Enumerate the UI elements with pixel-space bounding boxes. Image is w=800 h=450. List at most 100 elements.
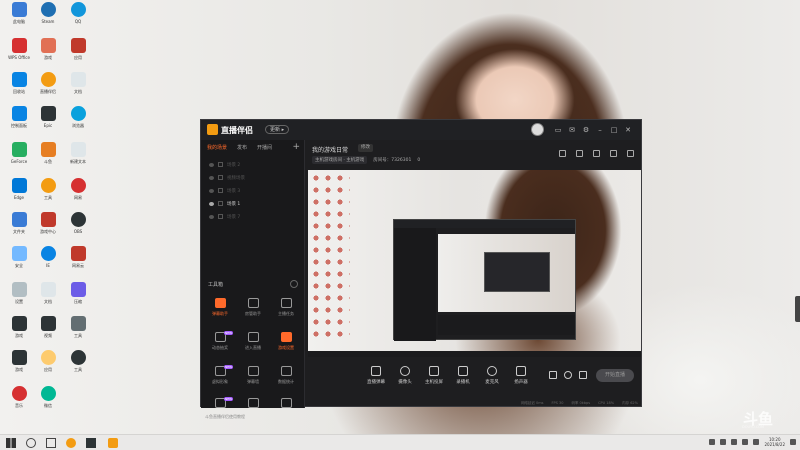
screen-icon[interactable]: ▭ — [554, 126, 562, 134]
start-live-button[interactable]: 开始直播 — [596, 369, 634, 382]
tray-icon[interactable] — [731, 439, 738, 445]
search-icon[interactable] — [26, 438, 36, 448]
tray-icon[interactable] — [709, 439, 716, 445]
tool-more[interactable] — [271, 398, 301, 426]
desktop-icon[interactable]: WPS Office — [4, 38, 34, 70]
microphone-control[interactable]: 麦克风 — [477, 366, 507, 385]
desktop-icon[interactable]: 网易云 — [63, 246, 93, 278]
desktop-icon[interactable]: GeForce — [4, 142, 34, 174]
desktop-icon[interactable]: 网易 — [63, 178, 93, 210]
recorder-control[interactable]: 录播机 — [448, 366, 478, 385]
desktop-icon[interactable]: Epic — [33, 106, 63, 138]
edit-title-button[interactable]: 修改 — [358, 144, 373, 152]
desktop-icon[interactable]: 回收站 — [4, 72, 34, 104]
taskbar-livestream-icon[interactable] — [108, 438, 118, 448]
stream-preview[interactable] — [308, 170, 641, 357]
network-icon[interactable] — [753, 439, 760, 445]
desktop-icon[interactable]: 文档 — [63, 72, 93, 104]
tool-danmu[interactable]: 弹幕助手 — [205, 298, 235, 326]
eye-icon[interactable] — [209, 175, 214, 180]
tool-more[interactable] — [238, 398, 268, 426]
desktop-icon[interactable]: 微信 — [33, 386, 63, 418]
notification-icon[interactable] — [790, 439, 796, 445]
scene-item-active[interactable]: 场景 1 — [201, 197, 305, 210]
desktop-icon[interactable]: 工具 — [63, 350, 93, 382]
close-icon[interactable]: ✕ — [624, 126, 632, 134]
mail-icon[interactable]: ✉ — [568, 126, 576, 134]
lock-icon[interactable] — [218, 201, 223, 206]
desktop-icon[interactable]: Steam — [33, 2, 63, 34]
tool-more[interactable]: NEW — [205, 397, 235, 426]
desktop-icon[interactable]: 游戏 — [4, 350, 34, 382]
toolbox-collapse-icon[interactable] — [290, 280, 298, 288]
desktop-icon[interactable]: 文档 — [33, 282, 63, 314]
tool-game-settings[interactable]: 游戏设置 — [271, 332, 301, 360]
desktop-icon[interactable]: 游戏 — [4, 316, 34, 348]
tool-stats[interactable]: 数据统计 — [271, 366, 301, 394]
desktop-icon[interactable]: 控制面板 — [4, 106, 34, 138]
desktop-icon[interactable]: IE — [33, 246, 63, 278]
desktop-icon[interactable]: 视频 — [33, 316, 63, 348]
layout-icon[interactable] — [593, 150, 600, 157]
share-icon[interactable] — [627, 150, 634, 157]
scene-item[interactable]: 场景 3 — [201, 184, 305, 197]
tab-publish[interactable]: 发布 — [237, 144, 247, 151]
desktop-icon[interactable]: 安全 — [4, 246, 34, 278]
desktop-icon[interactable]: 此电脑 — [4, 2, 34, 34]
desktop-icon[interactable]: 压缩 — [63, 282, 93, 314]
taskbar-app-icon[interactable] — [86, 438, 96, 448]
desktop-icon[interactable]: 工具 — [33, 178, 63, 210]
desktop-icon[interactable]: 直播伴侣 — [33, 72, 63, 104]
scene-item[interactable]: 视频场景 — [201, 171, 305, 184]
camera-control[interactable]: 摄像头 — [390, 366, 420, 385]
record-icon[interactable] — [549, 371, 557, 379]
desktop-icon[interactable]: 游戏 — [33, 38, 63, 70]
desktop-icon[interactable]: 工具 — [63, 316, 93, 348]
lock-icon[interactable] — [218, 162, 223, 167]
add-scene-icon[interactable]: + — [292, 142, 300, 152]
tool-avatar[interactable]: 虚拟形象 NEW — [205, 365, 235, 394]
update-button[interactable]: 更新 ▸ — [265, 125, 290, 134]
tool-lottery[interactable]: 动态抽奖 NEW — [205, 331, 235, 360]
desktop-icon[interactable]: Edge — [4, 178, 34, 210]
eye-icon[interactable] — [209, 201, 214, 206]
desktop-icon[interactable]: 新建文本 — [63, 142, 93, 174]
desktop-icon[interactable]: 设置 — [4, 282, 34, 314]
desktop-icon[interactable]: 应用 — [33, 350, 63, 382]
desktop-icon[interactable]: 斗鱼 — [33, 142, 63, 174]
bell-icon[interactable] — [610, 150, 617, 157]
danmu-control[interactable]: 直播弹幕 — [361, 366, 391, 385]
desktop-icon[interactable]: QQ — [63, 2, 93, 34]
desktop-icon[interactable]: 游戏中心 — [33, 212, 63, 244]
task-view-icon[interactable] — [46, 438, 56, 448]
desktop-icon[interactable]: 音乐 — [4, 386, 34, 418]
timer-icon[interactable] — [564, 371, 572, 379]
speaker-control[interactable]: 扬声器 — [506, 366, 536, 385]
volume-icon[interactable] — [742, 439, 749, 445]
screencast-control[interactable]: 主机投屏 — [419, 366, 449, 385]
lock-icon[interactable] — [218, 188, 223, 193]
delete-icon[interactable] — [559, 150, 566, 157]
settings-icon[interactable] — [579, 371, 587, 379]
tutorial-notice[interactable]: 斗鱼直播伴侣使用教程 — [205, 414, 245, 420]
maximize-icon[interactable]: □ — [610, 126, 618, 134]
tab-room[interactable]: 开播间 — [257, 144, 272, 151]
avatar[interactable] — [531, 123, 544, 136]
scene-item[interactable]: 场景 7 — [201, 210, 305, 223]
clock[interactable]: 10:20 2021/8/22 — [764, 437, 785, 447]
lock-icon[interactable] — [218, 175, 223, 180]
tool-enter-live[interactable]: 进入直播 — [238, 332, 268, 360]
desktop-icon[interactable]: 浏览器 — [63, 106, 93, 138]
taskbar-app-icon[interactable] — [66, 438, 76, 448]
settings-icon[interactable]: ⚙ — [582, 126, 590, 134]
desktop-icon[interactable]: 应用 — [63, 38, 93, 70]
screen-icon[interactable] — [576, 150, 583, 157]
lock-icon[interactable] — [218, 214, 223, 219]
tool-room-admin[interactable]: 房管助手 — [238, 298, 268, 326]
tool-danmu-wall[interactable]: 弹幕墙 — [238, 366, 268, 394]
tab-scenes[interactable]: 我的场景 — [207, 144, 227, 151]
scene-item[interactable]: 场景 2 — [201, 158, 305, 171]
eye-icon[interactable] — [209, 188, 214, 193]
desktop-icon[interactable]: 文件夹 — [4, 212, 34, 244]
room-category-button[interactable]: 主机游戏房间 · 主机游戏 — [312, 156, 368, 164]
